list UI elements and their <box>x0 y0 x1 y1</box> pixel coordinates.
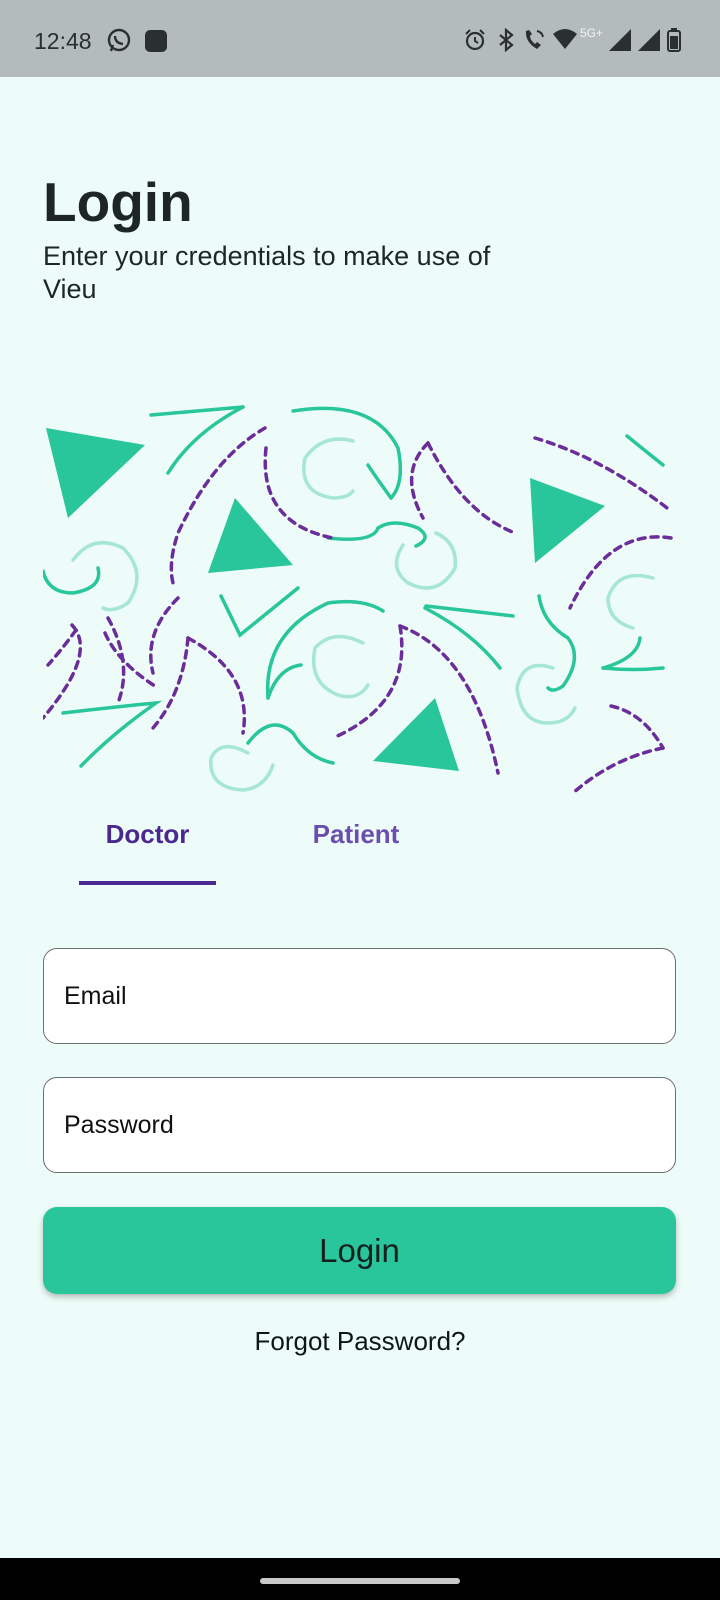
status-time: 12:48 <box>34 28 92 54</box>
email-field[interactable] <box>43 948 676 1044</box>
page-title: Login <box>43 171 193 233</box>
tab-patient[interactable]: Patient <box>286 815 426 887</box>
alarm-icon <box>465 29 485 51</box>
page-subtitle: Enter your credentials to make use of Vi… <box>43 241 491 304</box>
battery-icon <box>667 28 681 52</box>
wifi-icon <box>553 29 577 49</box>
signal-icon <box>638 29 660 51</box>
status-bar: 12:48 5G+ <box>0 0 720 77</box>
network-type-label: 5G+ <box>580 26 604 40</box>
password-field[interactable] <box>43 1077 676 1173</box>
app-notification-icon <box>145 30 167 52</box>
tab-doctor[interactable]: Doctor <box>79 815 216 887</box>
whatsapp-icon <box>107 28 131 52</box>
email-input[interactable] <box>44 949 675 1043</box>
decorative-pattern-illustration <box>43 405 673 795</box>
tab-selected-indicator <box>79 881 216 885</box>
bluetooth-icon <box>499 28 514 52</box>
user-type-tabs: Doctor Patient <box>0 815 720 887</box>
password-input[interactable] <box>44 1078 675 1172</box>
forgot-password-link[interactable]: Forgot Password? <box>0 1326 720 1357</box>
wifi-call-icon <box>525 30 544 49</box>
signal-icon <box>609 29 631 51</box>
home-gesture-handle[interactable] <box>260 1578 460 1584</box>
login-button[interactable]: Login <box>43 1207 676 1294</box>
